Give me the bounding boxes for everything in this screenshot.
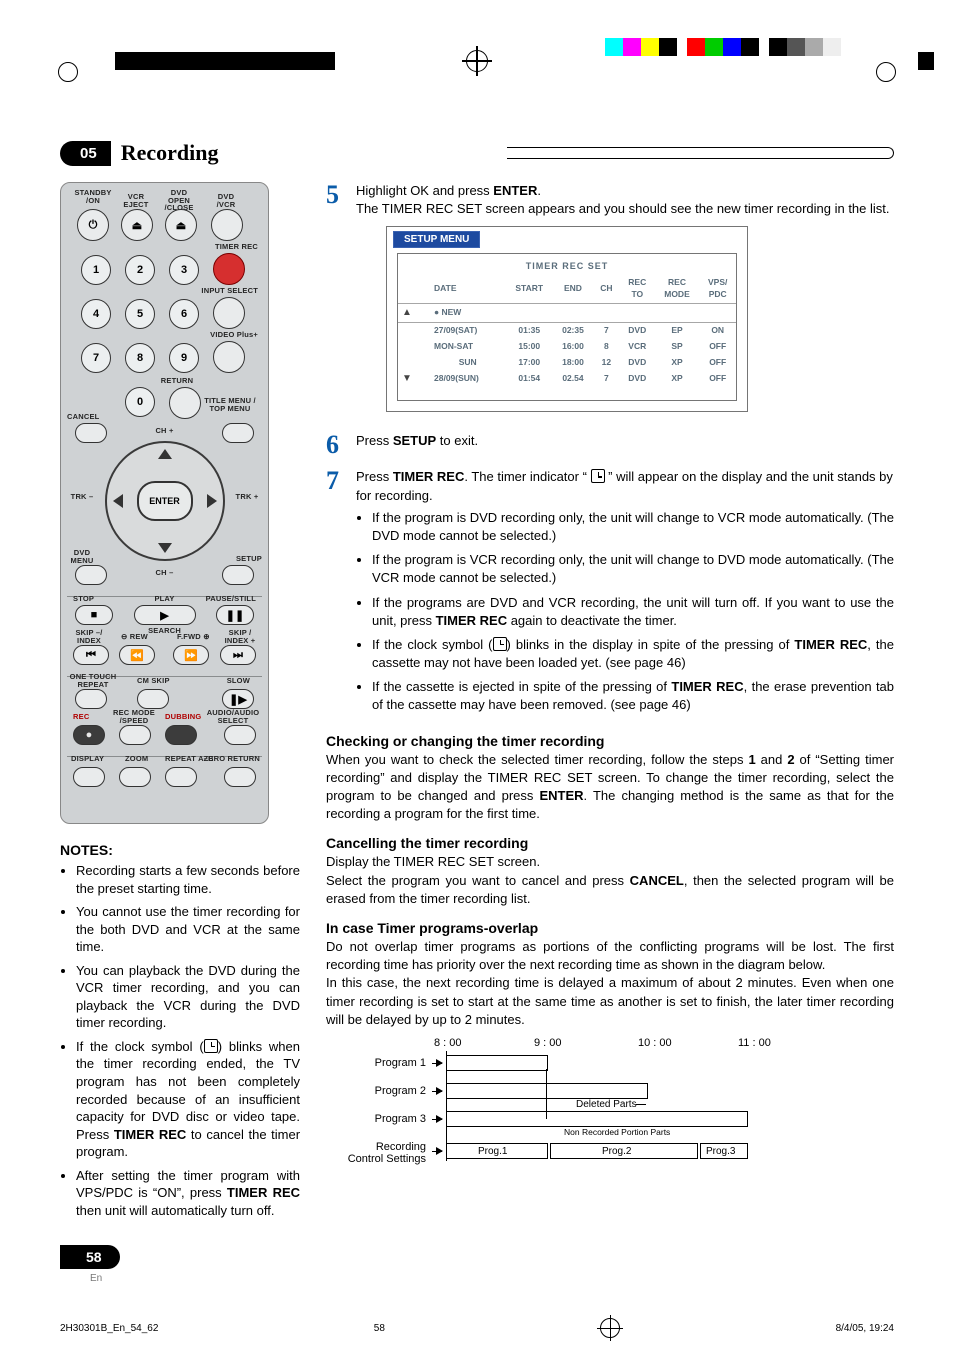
print-timestamp: 8/4/05, 19:24: [836, 1323, 894, 1334]
section-checking-heading: Checking or changing the timer recording: [326, 733, 894, 749]
ffwd-button: ⏩: [173, 645, 209, 665]
note-item: You can playback the DVD during the VCR …: [76, 962, 300, 1032]
note-item: After setting the timer program with VPS…: [76, 1167, 300, 1220]
step7-bullet: If the clock symbol () blinks in the dis…: [372, 636, 894, 672]
num-1: 1: [81, 255, 111, 285]
footer-page-center: 58: [374, 1323, 385, 1334]
rew-button: ⏪: [119, 645, 155, 665]
cancel-button: [75, 423, 107, 443]
notes-block: NOTES: Recording starts a few seconds be…: [60, 842, 300, 1219]
chapter-header: 05 Recording: [60, 140, 894, 166]
zoom-button: [119, 767, 151, 787]
section-cancel-heading: Cancelling the timer recording: [326, 835, 894, 851]
setup-button: [222, 565, 254, 585]
clock-icon: [591, 469, 605, 483]
num-8: 8: [125, 343, 155, 373]
doc-id: 2H30301B_En_54_62: [60, 1323, 158, 1334]
section-overlap-body: Do not overlap timer programs as portion…: [326, 938, 894, 1029]
note-item: If the clock symbol () blinks when the t…: [76, 1038, 300, 1161]
step-7: 7 Press TIMER REC. The timer indicator “…: [326, 468, 894, 720]
num-5: 5: [125, 299, 155, 329]
repeat-ab-button: [165, 767, 197, 787]
dubbing-button: [165, 725, 197, 745]
print-registration-top: [0, 0, 954, 80]
slow-button: ❚▶: [222, 689, 254, 709]
timer-rec-set-screen: SETUP MENU TIMER REC SET DATE START END …: [386, 226, 748, 412]
note-item: Recording starts a few seconds before th…: [76, 862, 300, 897]
direction-pad: ENTER: [105, 441, 225, 561]
clock-icon: [493, 637, 507, 651]
step-number: 5: [326, 182, 346, 422]
input-select-button: [213, 297, 245, 329]
print-footer: 2H30301B_En_54_62 58 8/4/05, 19:24: [0, 1304, 954, 1368]
step7-bullet: If the program is DVD recording only, th…: [372, 509, 894, 545]
step-number: 6: [326, 432, 346, 458]
dvd-open-close-button: ⏏: [165, 209, 197, 241]
step7-bullet: If the cassette is ejected in spite of t…: [372, 678, 894, 714]
section-checking-body: When you want to check the selected time…: [326, 751, 894, 824]
num-4: 4: [81, 299, 111, 329]
section-overlap-heading: In case Timer programs-overlap: [326, 920, 894, 936]
page-number-pill: 58 En: [60, 1245, 894, 1284]
num-7: 7: [81, 343, 111, 373]
vcr-eject-button: ⏏: [121, 209, 153, 241]
step-6: 6 Press SETUP to exit.: [326, 432, 894, 458]
rec-button: ●: [73, 725, 105, 745]
num-3: 3: [169, 255, 199, 285]
num-2: 2: [125, 255, 155, 285]
timer-rec-table: DATE START END CH REC TO REC MODE VPS/ P…: [398, 275, 736, 388]
remote-control-illustration: STANDBY /ON VCR EJECT DVD OPEN /CLOSE DV…: [60, 182, 269, 824]
cm-skip-button: [137, 689, 169, 709]
num-9: 9: [169, 343, 199, 373]
skip-back-button: ⏮: [73, 645, 109, 665]
videoplus-button: [213, 341, 245, 373]
skip-fwd-button: ⏭: [220, 645, 256, 665]
pause-button: ❚❚: [216, 605, 254, 625]
rec-mode-button: [119, 725, 151, 745]
one-touch-repeat-button: [75, 689, 107, 709]
enter-button: ENTER: [137, 481, 193, 521]
display-button: [73, 767, 105, 787]
clock-icon: [204, 1039, 218, 1053]
overlap-diagram: 8 : 00 9 : 00 10 : 00 11 : 00 Program 1 …: [386, 1037, 816, 1187]
registration-mark-icon: [600, 1318, 620, 1338]
return-button: [169, 387, 201, 419]
dvd-menu-button: [75, 565, 107, 585]
chapter-number-pill: 05: [60, 141, 111, 166]
audio-select-button: [224, 725, 256, 745]
dvd-vcr-button: [211, 209, 243, 241]
step-5: 5 Highlight OK and press ENTER. The TIME…: [326, 182, 894, 422]
step-number: 7: [326, 468, 346, 720]
num-0: 0: [125, 387, 155, 417]
num-6: 6: [169, 299, 199, 329]
notes-heading: NOTES:: [60, 842, 300, 858]
title-menu-button: [222, 423, 254, 443]
section-cancel-body: Display the TIMER REC SET screen. Select…: [326, 853, 894, 908]
chapter-title: Recording: [121, 140, 507, 166]
setup-menu-title: SETUP MENU: [393, 231, 480, 248]
stop-button: ■: [75, 605, 113, 625]
standby-button: ⏻: [77, 209, 109, 241]
timer-rec-set-subtitle: TIMER REC SET: [398, 258, 736, 275]
step7-bullet: If the programs are DVD and VCR recordin…: [372, 594, 894, 630]
timer-rec-button: [213, 253, 245, 285]
play-button: ▶: [134, 605, 196, 625]
step7-bullet: If the program is VCR recording only, th…: [372, 551, 894, 587]
note-item: You cannot use the timer recording for t…: [76, 903, 300, 956]
zero-return-button: [224, 767, 256, 787]
